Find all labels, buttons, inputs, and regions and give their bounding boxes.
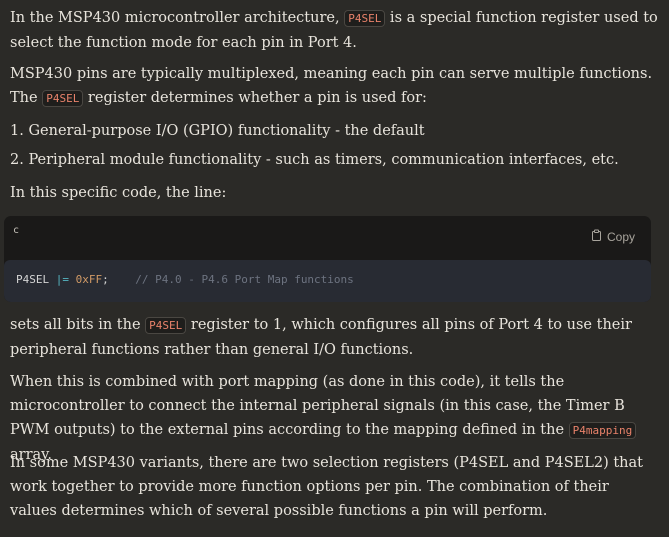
code-line: P4SEL |= 0xFF; // P4.0 - P4.6 Port Map f… — [16, 273, 354, 286]
function-list: 1. General-purpose I/O (GPIO) functional… — [10, 119, 619, 177]
paragraph-multiplexed: MSP430 pins are typically multiplexed, m… — [10, 62, 660, 111]
paragraph-sets-bits: sets all bits in the P4SEL register to 1… — [10, 313, 660, 362]
inline-code: P4SEL — [145, 317, 187, 334]
code-token-value: 0xFF — [75, 273, 103, 286]
paragraph-text: In the MSP430 microcontroller architectu… — [10, 10, 345, 26]
code-language-label: c — [13, 225, 20, 236]
paragraph-variants: In some MSP430 variants, there are two s… — [10, 455, 643, 519]
copy-label: Copy — [606, 229, 635, 244]
code-block-body: P4SEL |= 0xFF; // P4.0 - P4.6 Port Map f… — [4, 260, 651, 302]
code-token-semicolon: ; — [102, 273, 109, 286]
code-comment: // P4.0 - P4.6 Port Map functions — [135, 273, 354, 286]
paragraph-text: When this is combined with port mapping … — [10, 374, 625, 438]
clipboard-icon — [591, 229, 602, 244]
inline-code: P4SEL — [42, 90, 84, 107]
code-token-identifier: P4SEL — [16, 273, 50, 286]
paragraph-text: sets all bits in the — [10, 317, 146, 333]
inline-code: P4SEL — [344, 10, 386, 27]
paragraph-line-intro: In this specific code, the line: — [10, 185, 227, 201]
code-block-header: c Copy — [4, 216, 651, 260]
code-token-operator: |= — [55, 273, 69, 286]
code-block: c Copy P4SEL |= 0xFF; // P4.0 - P4.6 Por… — [4, 216, 651, 302]
paragraph-text: register determines whether a pin is use… — [83, 90, 427, 106]
paragraph-intro: In the MSP430 microcontroller architectu… — [10, 6, 660, 55]
list-item: 2. Peripheral module functionality - suc… — [10, 152, 619, 168]
copy-button[interactable]: Copy — [591, 229, 635, 244]
list-item: 1. General-purpose I/O (GPIO) functional… — [10, 123, 425, 139]
inline-code: P4mapping — [568, 422, 637, 439]
